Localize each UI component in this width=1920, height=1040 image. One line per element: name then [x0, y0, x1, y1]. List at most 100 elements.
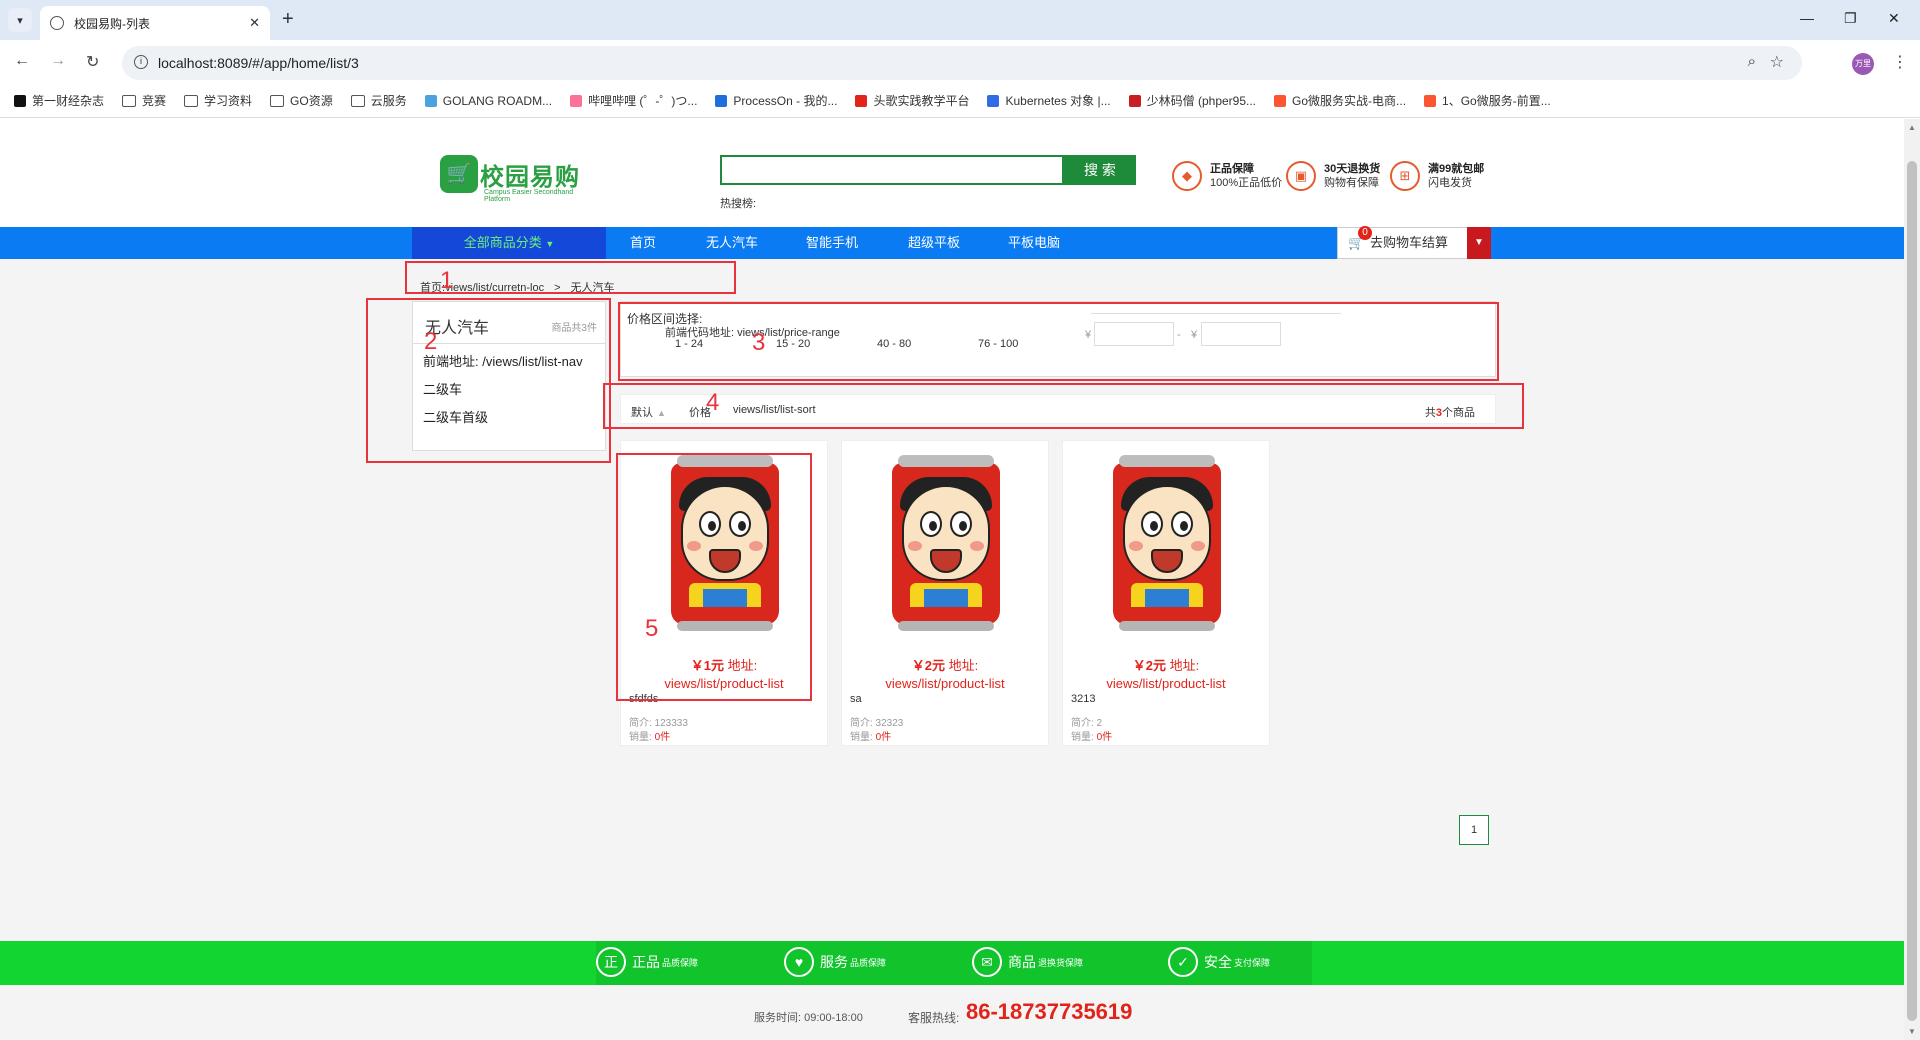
all-categories-label: 全部商品分类 [463, 235, 542, 250]
product-price: ￥2元 [1132, 658, 1166, 673]
can-rim [1119, 455, 1215, 467]
mascot-shirt-center [1145, 589, 1189, 607]
product-card[interactable]: ￥2元 地址: views/list/product-list 3213 简介: 2 销… [1062, 440, 1270, 746]
mail-icon: ✉ [972, 947, 1002, 977]
search-button[interactable]: 搜 索 [1064, 155, 1136, 185]
site-info-icon[interactable]: i [134, 55, 148, 69]
page-scrollbar[interactable]: ▲ ▼ [1904, 119, 1920, 1040]
annotation-box-breadcrumb [405, 261, 736, 294]
nav-link-smartphone[interactable]: 智能手机 [806, 227, 858, 259]
bookmark-item[interactable]: 云服务 [350, 92, 407, 109]
bookmark-item[interactable]: 哔哩哔哩 (゜-゜)つ... [570, 92, 697, 109]
bookmark-item[interactable]: 学习资料 [184, 92, 252, 109]
bookmark-label: 竞赛 [142, 94, 167, 108]
sales-label: 销量: [1071, 732, 1094, 743]
all-categories-menu[interactable]: 全部商品分类 ▼ [412, 227, 606, 259]
bookmark-item[interactable]: 少林码僧 (phper95... [1128, 92, 1256, 109]
bookmark-label: Kubernetes 对象 |... [1005, 94, 1111, 108]
page-viewport: 🛒 校园易购 Campus Easier Secondhand Platform… [0, 119, 1904, 1040]
product-address: views/list/product-list [1106, 676, 1226, 691]
page-button[interactable]: 1 [1459, 815, 1489, 845]
can-rim-bottom [898, 621, 994, 631]
browser-tab[interactable]: 校园易购-列表 ✕ [40, 6, 270, 40]
product-price-address[interactable]: ￥2元 地址: views/list/product-list [842, 657, 1048, 693]
bookmark-item[interactable]: GOLANG ROADM... [424, 93, 553, 108]
bookmark-item[interactable]: Kubernetes 对象 |... [987, 92, 1111, 109]
back-button[interactable]: ← [14, 52, 30, 70]
bookmark-item[interactable]: 1、Go微服务-前置... [1424, 92, 1551, 109]
csdn-icon [1274, 94, 1287, 107]
guarantee-title: 正品保障 [1210, 163, 1254, 175]
caret-down-icon: ▼ [545, 239, 555, 249]
service-time: 服务时间: 09:00-18:00 [754, 1012, 863, 1024]
restore-button[interactable]: ❐ [1844, 10, 1857, 27]
profile-avatar[interactable]: 万里 [1852, 53, 1874, 75]
search-input[interactable] [720, 155, 1064, 185]
can-rim [898, 455, 994, 467]
scrollbar-thumb[interactable] [1907, 161, 1917, 1021]
product-image[interactable] [884, 455, 1008, 631]
footer-item-sub: 支付保障 [1234, 957, 1271, 968]
footer-item-title: 服务 [820, 954, 848, 970]
product-name[interactable]: 3213 [1071, 693, 1095, 705]
footer-item-security: ✓ 安全 支付保障 [1168, 947, 1270, 977]
close-window-button[interactable]: ✕ [1888, 10, 1900, 27]
product-image[interactable] [1105, 455, 1229, 631]
bookmark-label: 哔哩哔哩 (゜-゜)つ... [588, 94, 698, 108]
product-description: 简介: 32323 [850, 718, 904, 729]
cart-label: 去购物车结算 [1370, 235, 1449, 250]
folder-icon [270, 94, 285, 107]
hot-words-label: 热搜榜: [720, 198, 757, 210]
site-header: 🛒 校园易购 Campus Easier Secondhand Platform… [0, 119, 1904, 227]
annotation-box-sort [603, 383, 1524, 429]
minimize-button[interactable]: — [1800, 10, 1814, 26]
bookmark-item[interactable]: GO资源 [270, 92, 333, 109]
annotation-number: 4 [706, 389, 720, 416]
bookmark-item[interactable]: 竞赛 [122, 92, 166, 109]
product-description: 简介: 2 [1071, 718, 1103, 729]
bookmark-item[interactable]: Go微服务实战-电商... [1274, 92, 1406, 109]
product-address-label: 地址: [1169, 658, 1200, 673]
bookmark-item[interactable]: 头歌实践教学平台 [855, 92, 969, 109]
forward-button[interactable]: → [50, 52, 66, 70]
sales-value: 0件 [1096, 732, 1113, 743]
mascot-eye [950, 511, 972, 537]
nav-link-home[interactable]: 首页 [630, 227, 656, 259]
shopping-cart-logo-icon: 🛒 [440, 155, 478, 193]
hotline-label: 客服热线: [908, 1011, 960, 1025]
scroll-down-icon[interactable]: ▼ [1908, 1027, 1916, 1036]
new-tab-button[interactable]: + [282, 8, 294, 30]
nav-link-tablet-pc[interactable]: 平板电脑 [1008, 227, 1060, 259]
bookmark-item[interactable]: 第一财经杂志 [14, 92, 104, 109]
product-description: 简介: 123333 [629, 718, 688, 729]
annotation-box-price-range [618, 302, 1499, 381]
tab-search-button[interactable]: ▾ [8, 8, 32, 32]
footer-guarantee-inner: 正正品 品质保障 ♥ 服务 品质保障 ✉ 商品 退换货保障 ✓ 安全 支付保障 [596, 941, 1312, 985]
nav-link-super-tablet[interactable]: 超级平板 [908, 227, 960, 259]
bookmark-star-icon[interactable]: ☆ [1770, 52, 1784, 72]
diamond-icon: ◆ [1172, 161, 1202, 191]
bookmark-label: GOLANG ROADM... [442, 93, 553, 108]
bookmark-item[interactable]: ProcessOn - 我的... [715, 92, 837, 109]
scroll-up-icon[interactable]: ▲ [1908, 123, 1916, 132]
sales-label: 销量: [850, 732, 873, 743]
cart-dropdown-button[interactable]: ▼ [1467, 227, 1491, 259]
footer-item-sub: 退换货保障 [1038, 957, 1084, 968]
product-address-label: 地址: [948, 658, 979, 673]
browser-menu-icon[interactable]: ⋮ [1892, 52, 1908, 72]
nav-link-driverless-car[interactable]: 无人汽车 [706, 227, 758, 259]
mascot-cheek [1191, 541, 1205, 551]
product-card[interactable]: ￥2元 地址: views/list/product-list sa 简介: 3232… [841, 440, 1049, 746]
globe-icon [50, 16, 64, 30]
omnibox[interactable]: i localhost:8089/#/app/home/list/3 ⌕ ☆ [122, 46, 1802, 80]
close-tab-icon[interactable]: ✕ [249, 15, 260, 31]
url-text[interactable]: localhost:8089/#/app/home/list/3 [158, 55, 359, 71]
product-name[interactable]: sa [850, 693, 862, 705]
product-price-address[interactable]: ￥2元 地址: views/list/product-list [1063, 657, 1269, 693]
service-icon: ♥ [784, 947, 814, 977]
guarantee-title: 30天退换货 [1324, 163, 1381, 175]
zoom-icon[interactable]: ⌕ [1748, 53, 1756, 70]
annotation-number: 1 [440, 267, 454, 294]
site-logo[interactable]: 🛒 校园易购 Campus Easier Secondhand Platform [440, 155, 580, 205]
reload-button[interactable]: ↻ [86, 52, 99, 72]
